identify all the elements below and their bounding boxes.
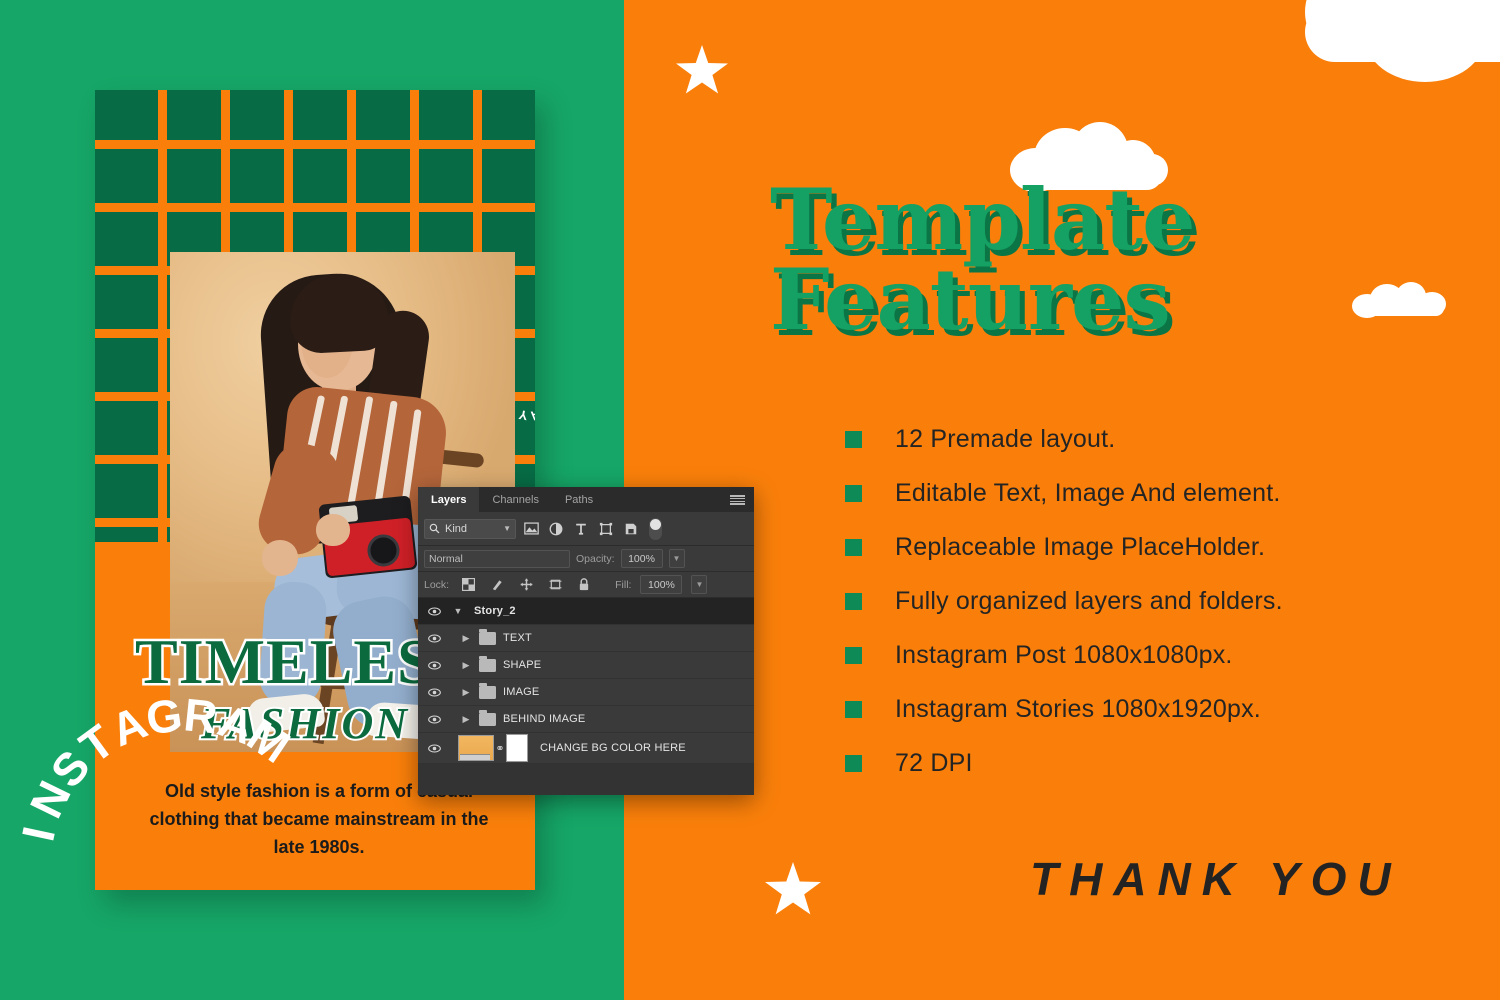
- feature-label: 12 Premade layout.: [895, 425, 1116, 453]
- smart-object-filter-icon[interactable]: [621, 519, 641, 539]
- link-mask-icon[interactable]: ⚭: [494, 742, 506, 755]
- panel-tab-bar: Layers Channels Paths: [418, 487, 754, 512]
- type-layer-filter-icon[interactable]: [571, 519, 591, 539]
- bullet-square-icon: [845, 755, 862, 772]
- lock-artboard-nesting-icon[interactable]: [545, 575, 565, 595]
- layer-row[interactable]: ▶ SHAPE: [418, 652, 754, 679]
- bullet-square-icon: [845, 593, 862, 610]
- page-title: Template Features: [770, 178, 1370, 349]
- layer-name: CHANGE BG COLOR HERE: [540, 742, 686, 754]
- eye-visibility-icon[interactable]: [424, 633, 444, 643]
- chevron-down-icon: ▼: [503, 524, 511, 533]
- chevron-right-icon[interactable]: ▶: [458, 687, 474, 698]
- feature-item: 12 Premade layout.: [845, 425, 1445, 454]
- chevron-down-icon[interactable]: ▼: [450, 606, 466, 616]
- opacity-stepper-icon[interactable]: ▼: [668, 549, 685, 568]
- bullet-square-icon: [845, 647, 862, 664]
- folder-icon: [479, 628, 496, 645]
- blend-mode-select[interactable]: Normal: [424, 549, 570, 568]
- fill-value[interactable]: 100%: [640, 575, 683, 594]
- panel-menu-icon[interactable]: [730, 495, 745, 505]
- adjustment-layer-filter-icon[interactable]: [546, 519, 566, 539]
- feature-label: Instagram Post 1080x1080px.: [895, 641, 1233, 669]
- features-list: 12 Premade layout. Editable Text, Image A…: [845, 425, 1445, 803]
- bullet-square-icon: [845, 539, 862, 556]
- blend-mode-bar: Normal Opacity: 100% ▼: [418, 546, 754, 572]
- bullet-square-icon: [845, 701, 862, 718]
- eye-visibility-icon[interactable]: [424, 687, 444, 697]
- layer-row[interactable]: ▶ BEHIND IMAGE: [418, 706, 754, 733]
- feature-item: Instagram Stories 1080x1920px.: [845, 695, 1445, 724]
- circular-badge-text: GOOD MOOD TODAY: [463, 288, 535, 428]
- eye-visibility-icon[interactable]: [424, 660, 444, 670]
- feature-item: Fully organized layers and folders.: [845, 587, 1445, 616]
- layer-row[interactable]: ⚭ CHANGE BG COLOR HERE: [418, 733, 754, 764]
- layer-mask-thumbnail[interactable]: [506, 734, 528, 762]
- feature-item: Editable Text, Image And element.: [845, 479, 1445, 508]
- chevron-right-icon[interactable]: ▶: [458, 714, 474, 725]
- folder-icon: [479, 655, 496, 672]
- photoshop-layers-panel[interactable]: Layers Channels Paths Kind ▼ Normal Opac…: [418, 487, 754, 795]
- tab-paths[interactable]: Paths: [552, 487, 606, 512]
- chevron-right-icon[interactable]: ▶: [458, 633, 474, 644]
- layer-name: TEXT: [503, 632, 532, 644]
- bullet-square-icon: [845, 485, 862, 502]
- feature-label: Instagram Stories 1080x1920px.: [895, 695, 1261, 723]
- lock-image-pixels-icon[interactable]: [487, 575, 507, 595]
- shape-layer-filter-icon[interactable]: [596, 519, 616, 539]
- filter-kind-dropdown[interactable]: Kind ▼: [424, 518, 516, 539]
- feature-label: Fully organized layers and folders.: [895, 587, 1283, 615]
- feature-label: Replaceable Image PlaceHolder.: [895, 533, 1266, 561]
- feature-item: Instagram Post 1080x1080px.: [845, 641, 1445, 670]
- layer-name: IMAGE: [503, 686, 540, 698]
- layer-filter-bar: Kind ▼: [418, 512, 754, 546]
- layer-list: ▼ Story_2 ▶ TEXT ▶ SHAPE ▶ IMAGE ▶ BEHIND IMAGE ⚭ C…: [418, 598, 754, 764]
- circular-text-letter: Y: [517, 406, 529, 424]
- thank-you-text: THANK YOU: [1030, 853, 1402, 905]
- folder-icon: [479, 682, 496, 699]
- tab-channels[interactable]: Channels: [479, 487, 551, 512]
- pixel-layer-filter-icon[interactable]: [521, 519, 541, 539]
- layer-row[interactable]: ▶ TEXT: [418, 625, 754, 652]
- opacity-label: Opacity:: [576, 552, 615, 565]
- bullet-square-icon: [845, 431, 862, 448]
- chevron-right-icon[interactable]: ▶: [458, 660, 474, 671]
- opacity-value[interactable]: 100%: [620, 549, 663, 568]
- search-icon: [429, 523, 440, 534]
- feature-item: 72 DPI: [845, 749, 1445, 778]
- layer-name: Story_2: [474, 605, 516, 617]
- lock-all-icon[interactable]: [574, 575, 594, 595]
- lock-label: Lock:: [424, 578, 450, 591]
- fill-label: Fill:: [615, 578, 632, 591]
- feature-label: 72 DPI: [895, 749, 973, 777]
- eye-visibility-icon[interactable]: [424, 743, 444, 753]
- layer-thumbnail[interactable]: [458, 735, 494, 761]
- feature-label: Editable Text, Image And element.: [895, 479, 1281, 507]
- poster-preview-canvas: GOOD MOOD TODAY TIMELESS FASHION Old sty…: [0, 0, 1500, 1000]
- lock-bar: Lock: Fill: 100% ▼: [418, 572, 754, 598]
- tab-layers[interactable]: Layers: [418, 487, 480, 512]
- layer-row[interactable]: ▼ Story_2: [418, 598, 754, 625]
- fill-stepper-icon[interactable]: ▼: [691, 575, 708, 594]
- feature-item: Replaceable Image PlaceHolder.: [845, 533, 1445, 562]
- page-title-line2: Features: [770, 249, 1171, 349]
- filter-toggle-switch[interactable]: [649, 517, 662, 540]
- lock-transparent-pixels-icon[interactable]: [458, 575, 478, 595]
- lock-position-icon[interactable]: [516, 575, 536, 595]
- layer-row[interactable]: ▶ IMAGE: [418, 679, 754, 706]
- layer-name: SHAPE: [503, 659, 542, 671]
- folder-icon: [479, 709, 496, 726]
- circular-text-letter: A: [529, 408, 535, 424]
- eye-visibility-icon[interactable]: [424, 606, 444, 616]
- filter-kind-label: Kind: [445, 522, 468, 535]
- layer-name: BEHIND IMAGE: [503, 713, 586, 725]
- eye-visibility-icon[interactable]: [424, 714, 444, 724]
